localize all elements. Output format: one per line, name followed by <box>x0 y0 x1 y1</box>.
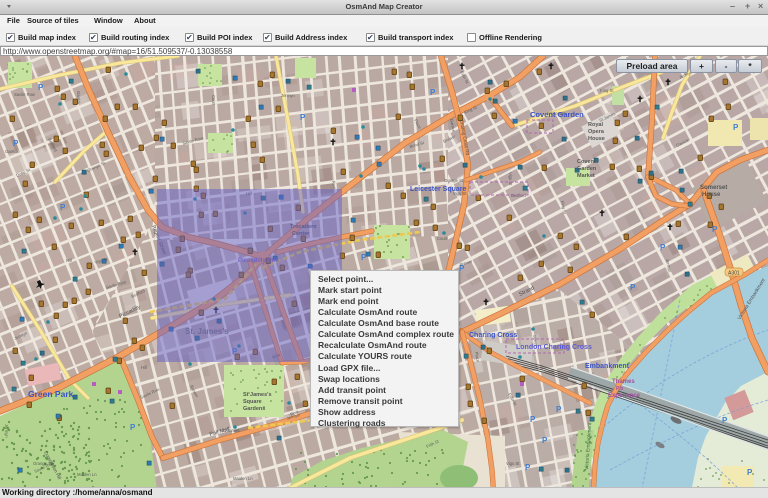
svg-text:P: P <box>60 203 66 212</box>
svg-text:Garrick: Garrick <box>5 149 19 154</box>
svg-text:P: P <box>733 123 739 132</box>
svg-text:Court: Court <box>211 95 216 106</box>
svg-text:Garrick: Garrick <box>76 91 81 105</box>
svg-text:Court: Court <box>437 236 448 241</box>
svg-text:P: P <box>722 416 728 425</box>
svg-text:Hill: Hill <box>66 258 72 263</box>
svg-text:Royal: Royal <box>588 122 603 128</box>
svg-text:Jermyn: Jermyn <box>4 424 9 438</box>
svg-text:P: P <box>130 423 136 432</box>
svg-text:Vigo St: Vigo St <box>508 172 513 186</box>
svg-text:King St: King St <box>600 88 614 93</box>
svg-text:Square: Square <box>243 399 262 405</box>
svg-text:P: P <box>13 139 19 148</box>
svg-text:P: P <box>542 436 548 445</box>
svg-text:Charing Cross: Charing Cross <box>469 332 517 339</box>
svg-text:P: P <box>712 225 718 234</box>
svg-text:Hill: Hill <box>141 365 147 370</box>
svg-text:P: P <box>747 468 753 477</box>
svg-text:Opera: Opera <box>588 129 605 135</box>
svg-text:Maiden Ln: Maiden Ln <box>233 476 253 481</box>
svg-text:Garden: Garden <box>577 166 597 172</box>
svg-text:P: P <box>525 463 531 472</box>
svg-text:P: P <box>361 253 367 262</box>
svg-text:Jermyn: Jermyn <box>281 93 295 98</box>
svg-text:P: P <box>530 415 536 424</box>
svg-text:Thames: Thames <box>612 379 635 385</box>
svg-text:P: P <box>630 283 636 292</box>
svg-text:P: P <box>556 405 562 414</box>
svg-text:Covent Garden: Covent Garden <box>530 110 584 119</box>
svg-text:P: P <box>38 83 44 92</box>
svg-text:Market: Market <box>577 173 595 179</box>
svg-text:London Charing Cross: London Charing Cross <box>516 344 592 351</box>
svg-text:P: P <box>660 243 666 252</box>
svg-text:Embankment: Embankment <box>585 363 630 370</box>
svg-text:Vigo St: Vigo St <box>506 461 520 466</box>
svg-text:Savile Row: Savile Row <box>14 92 36 97</box>
svg-text:Experience: Experience <box>608 393 641 399</box>
svg-text:House: House <box>702 192 721 198</box>
svg-text:Green Park: Green Park <box>28 389 74 399</box>
svg-text:Somerset: Somerset <box>700 185 727 191</box>
svg-text:P: P <box>300 113 306 122</box>
svg-text:P.b: P.b <box>616 386 623 392</box>
svg-text:A301: A301 <box>728 271 740 277</box>
svg-text:House: House <box>588 136 605 142</box>
svg-text:Orange St: Orange St <box>444 178 464 183</box>
svg-text:Leicester Square: Leicester Square <box>410 186 467 193</box>
svg-text:P: P <box>430 88 436 97</box>
svg-text:Maiden Ln: Maiden Ln <box>77 472 97 477</box>
svg-text:St James's: St James's <box>243 392 272 398</box>
svg-text:Covent: Covent <box>577 159 596 165</box>
svg-text:Gardens: Gardens <box>243 406 265 412</box>
